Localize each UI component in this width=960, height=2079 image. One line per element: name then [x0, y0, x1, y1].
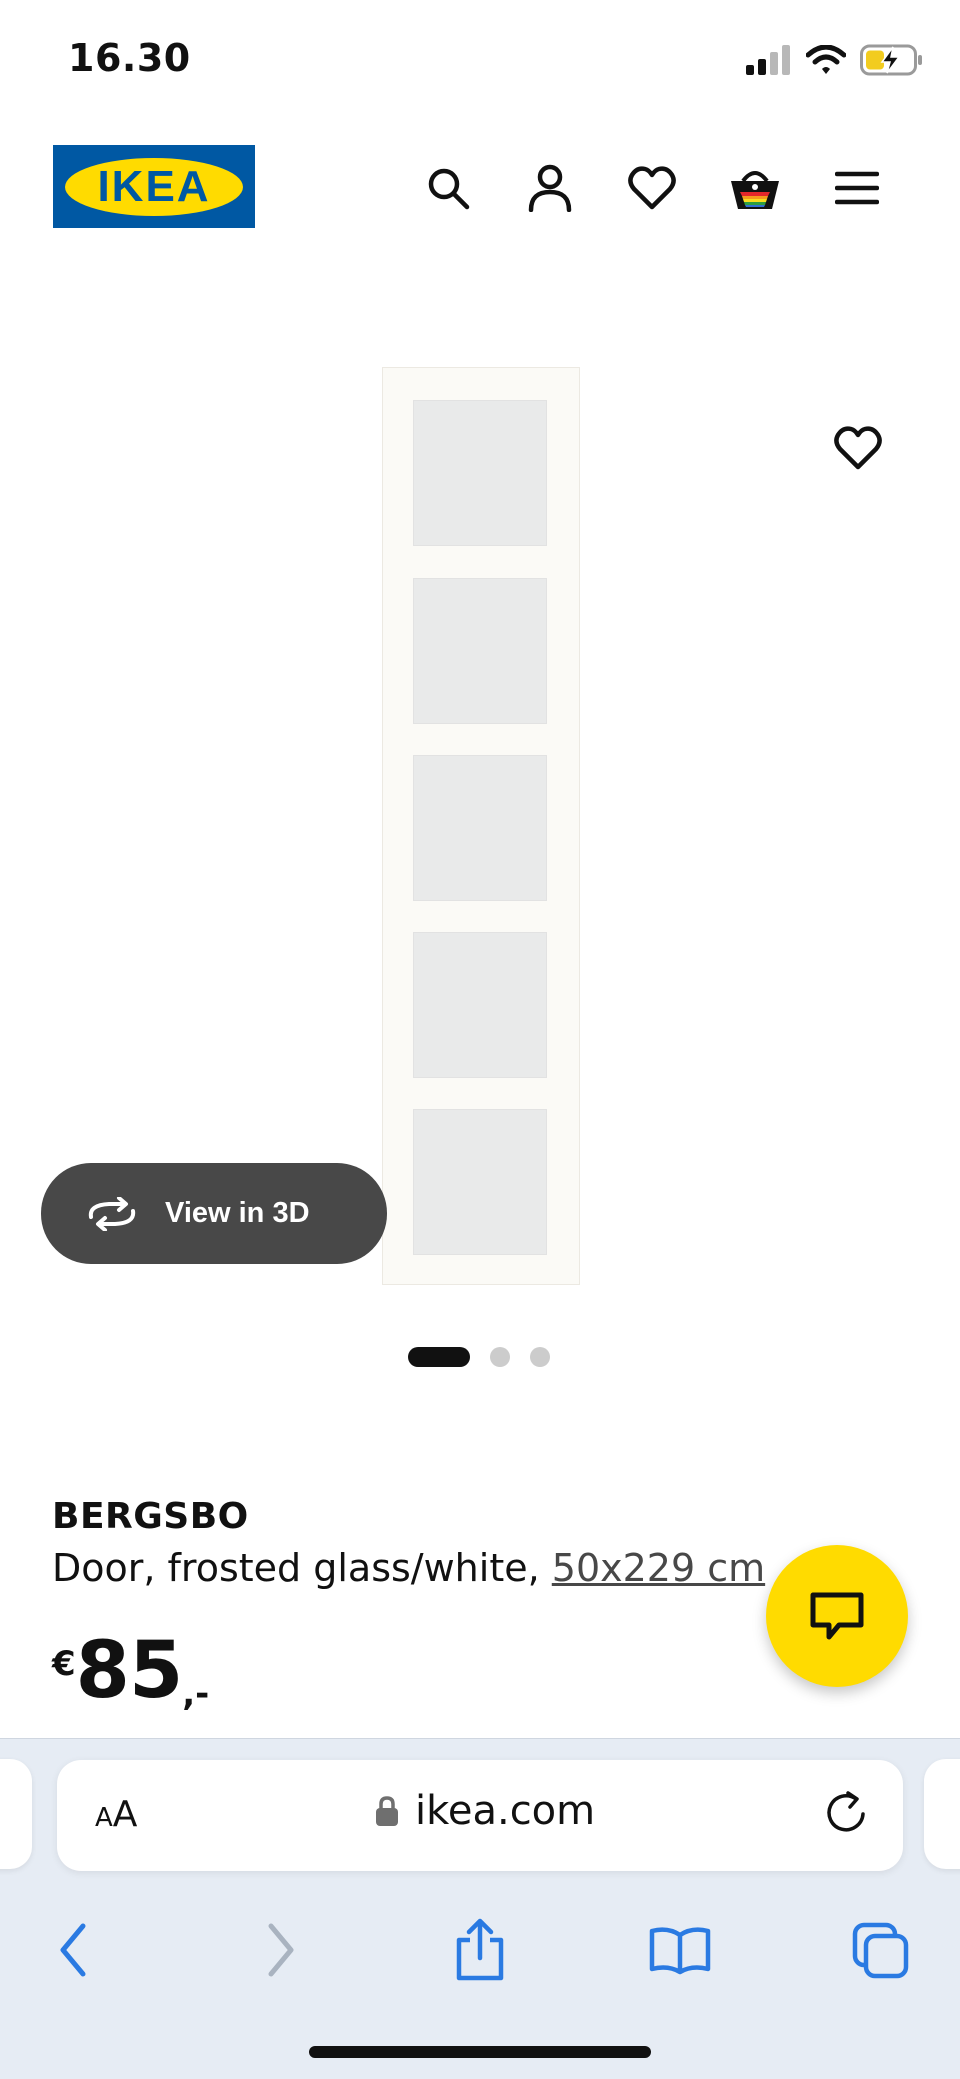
reload-button[interactable] [823, 1790, 869, 1842]
shopping-bag-icon [731, 171, 779, 209]
status-icons [746, 40, 924, 80]
profile-button[interactable] [522, 160, 578, 216]
logo-text: IKEA [97, 161, 211, 211]
door-glass-pane [413, 1109, 547, 1255]
forward-icon [268, 1923, 294, 1977]
bookmarks-icon [649, 1927, 711, 1975]
logo-oval: IKEA [65, 157, 243, 216]
browser-chrome: AA ikea.com [0, 1738, 960, 2079]
site-header: IKEA [0, 130, 960, 250]
next-tab-preview[interactable] [924, 1759, 960, 1869]
profile-icon [528, 164, 572, 212]
chat-icon [810, 1592, 864, 1640]
product-name: BERGSBO [52, 1496, 249, 1537]
aa-large: A [112, 1794, 138, 1835]
door-glass-pane [413, 932, 547, 1078]
price-suffix: ,- [182, 1674, 210, 1714]
share-icon [456, 1918, 504, 1981]
url-text: ikea.com [415, 1788, 596, 1834]
lock-icon [376, 1796, 398, 1826]
view-in-3d-label: View in 3D [165, 1197, 310, 1229]
wifi-icon [806, 45, 846, 74]
address-bar[interactable]: AA ikea.com [57, 1760, 903, 1871]
price-value: 85 [75, 1626, 184, 1716]
menu-icon [835, 171, 879, 205]
chat-button[interactable] [766, 1545, 908, 1687]
forward-button[interactable] [246, 1915, 316, 1985]
url-display[interactable]: ikea.com [375, 1788, 595, 1834]
heart-icon [628, 166, 676, 210]
search-button[interactable] [420, 160, 476, 216]
product-type: Door, frosted glass/white, [52, 1546, 552, 1590]
pagination-dot-active[interactable] [408, 1347, 470, 1367]
product-price: € 85 ,- [52, 1632, 209, 1714]
search-icon [428, 168, 470, 210]
add-to-favourites-button[interactable] [830, 420, 886, 476]
home-indicator[interactable] [309, 2046, 651, 2058]
product-description: Door, frosted glass/white, 50x229 cm [52, 1546, 765, 1590]
share-button[interactable] [445, 1915, 515, 1985]
aa-small: A [95, 1803, 113, 1833]
favourites-button[interactable] [624, 160, 680, 216]
door-glass-pane [413, 755, 547, 901]
status-bar: 16.30 [0, 0, 960, 120]
status-time: 16.30 [68, 36, 191, 80]
bookmarks-button[interactable] [645, 1915, 715, 1985]
browser-toolbar [0, 1905, 960, 1995]
previous-tab-preview[interactable] [0, 1759, 32, 1869]
heart-icon [834, 426, 882, 470]
pagination-dot[interactable] [530, 1347, 550, 1367]
door-glass-pane [413, 578, 547, 724]
price-currency: € [52, 1644, 76, 1684]
ikea-logo[interactable]: IKEA [53, 145, 255, 228]
back-icon [60, 1923, 86, 1977]
tabs-button[interactable] [846, 1915, 916, 1985]
product-image[interactable] [382, 367, 580, 1285]
page-settings-button[interactable]: AA [95, 1794, 137, 1835]
cellular-signal-icon [746, 45, 790, 75]
product-size-link[interactable]: 50x229 cm [552, 1546, 765, 1590]
pagination-dot[interactable] [490, 1347, 510, 1367]
rotate-3d-icon [88, 1196, 136, 1231]
shopping-bag-button[interactable] [727, 160, 783, 216]
gallery-pagination [408, 1347, 550, 1367]
door-glass-pane [413, 400, 547, 546]
battery-charging-icon [860, 44, 922, 76]
reload-icon [827, 1791, 865, 1832]
menu-button[interactable] [829, 160, 885, 216]
back-button[interactable] [38, 1915, 108, 1985]
tabs-icon [852, 1922, 909, 1979]
view-in-3d-button[interactable]: View in 3D [41, 1163, 387, 1264]
